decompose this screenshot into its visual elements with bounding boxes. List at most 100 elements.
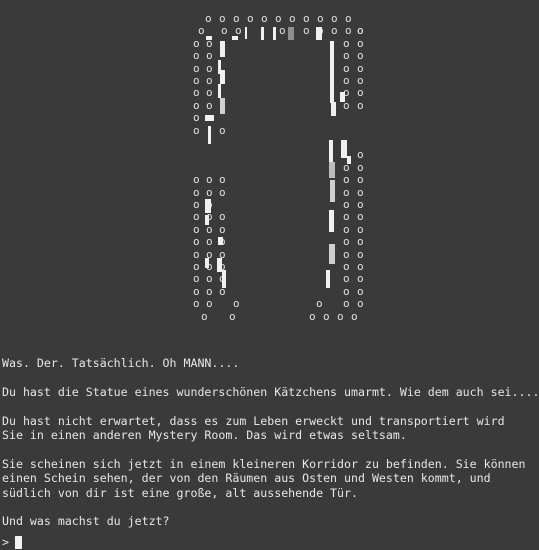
ascii-glyph: o bbox=[229, 309, 236, 323]
ascii-glyph: o bbox=[206, 297, 213, 311]
ascii-glyph: o bbox=[343, 235, 350, 249]
ascii-glyph: o bbox=[206, 86, 213, 100]
ascii-glyph: o bbox=[193, 74, 200, 87]
ascii-glyph: o bbox=[343, 61, 350, 75]
ascii-block bbox=[329, 162, 335, 178]
ascii-glyph: o bbox=[201, 309, 208, 323]
ascii-block bbox=[330, 180, 335, 202]
ascii-block bbox=[326, 270, 330, 288]
ascii-glyph: o bbox=[221, 24, 228, 38]
ascii-glyph: o bbox=[193, 36, 200, 50]
ascii-glyph: o bbox=[316, 297, 323, 311]
narrative-exclamation: Was. Der. Tatsächlich. Oh MANN.... bbox=[2, 356, 240, 370]
ascii-glyph: o bbox=[198, 24, 205, 38]
ascii-glyph: o bbox=[206, 74, 213, 87]
ascii-glyph: o bbox=[343, 210, 350, 224]
ascii-glyph: o bbox=[193, 123, 200, 137]
ascii-glyph: o bbox=[193, 272, 200, 286]
ascii-glyph: o bbox=[275, 12, 282, 25]
narrative-paragraph-2-line-2: Sie in einen anderen Mystery Room. Das w… bbox=[2, 427, 407, 442]
ascii-glyph: o bbox=[193, 260, 200, 273]
ascii-glyph: o bbox=[206, 61, 213, 75]
ascii-block bbox=[331, 102, 336, 116]
ascii-art-doorway: oooooooooooooooooooooooooooooooooooooooo… bbox=[0, 0, 539, 330]
ascii-glyph: o bbox=[357, 98, 364, 112]
narrative-paragraph-3-line-3: südlich von dir ist eine große, alt auss… bbox=[2, 485, 358, 500]
ascii-glyph: o bbox=[345, 12, 352, 25]
ascii-glyph: o bbox=[193, 235, 200, 249]
ascii-glyph: o bbox=[357, 148, 364, 162]
ascii-glyph: o bbox=[219, 123, 226, 137]
narrative-paragraph-2-line-1: Du hast nicht erwartet, dass es zum Lebe… bbox=[2, 413, 505, 428]
ascii-glyph: o bbox=[206, 185, 213, 199]
ascii-glyph: o bbox=[345, 24, 352, 38]
ascii-block bbox=[218, 237, 223, 245]
narrative-log: Was. Der. Tatsächlich. Oh MANN.... Du ha… bbox=[2, 356, 537, 529]
ascii-glyph: o bbox=[331, 12, 338, 25]
ascii-glyph: o bbox=[357, 272, 364, 286]
ascii-glyph: o bbox=[219, 173, 226, 187]
narrative-question: Und was machst du jetzt? bbox=[2, 514, 170, 529]
ascii-glyph: o bbox=[357, 247, 364, 261]
ascii-block bbox=[220, 98, 225, 114]
ascii-glyph: o bbox=[357, 260, 364, 273]
ascii-glyph: o bbox=[193, 297, 200, 311]
ascii-glyph: o bbox=[206, 222, 213, 236]
ascii-glyph: o bbox=[357, 24, 364, 38]
ascii-glyph: o bbox=[193, 173, 200, 187]
ascii-block bbox=[220, 41, 225, 57]
ascii-glyph: o bbox=[261, 12, 268, 25]
ascii-glyph: o bbox=[331, 24, 338, 38]
ascii-glyph: o bbox=[343, 284, 350, 298]
ascii-glyph: o bbox=[289, 12, 296, 25]
ascii-glyph: o bbox=[193, 198, 200, 211]
ascii-block bbox=[329, 210, 334, 232]
ascii-glyph: o bbox=[206, 173, 213, 187]
ascii-glyph: o bbox=[303, 24, 310, 38]
ascii-glyph: o bbox=[206, 272, 213, 286]
ascii-glyph: o bbox=[357, 49, 364, 63]
ascii-glyph: o bbox=[357, 86, 364, 100]
ascii-glyph: o bbox=[357, 74, 364, 87]
ascii-glyph: o bbox=[351, 309, 358, 323]
ascii-block bbox=[245, 27, 247, 39]
ascii-glyph: o bbox=[247, 12, 254, 25]
ascii-glyph: o bbox=[219, 185, 226, 199]
ascii-glyph: o bbox=[206, 49, 213, 63]
ascii-glyph: o bbox=[193, 61, 200, 75]
ascii-glyph: o bbox=[206, 235, 213, 249]
text-cursor[interactable] bbox=[14, 535, 22, 549]
ascii-glyph: o bbox=[343, 198, 350, 211]
ascii-glyph: o bbox=[233, 12, 240, 25]
narrative-paragraph-3-line-1: Sie scheinen sich jetzt in einem kleiner… bbox=[2, 456, 526, 471]
ascii-glyph: o bbox=[343, 173, 350, 187]
ascii-glyph: o bbox=[323, 309, 330, 323]
ascii-glyph: o bbox=[233, 297, 240, 311]
ascii-block bbox=[330, 41, 334, 103]
ascii-glyph: o bbox=[357, 160, 364, 174]
ascii-glyph: o bbox=[343, 222, 350, 236]
ascii-block bbox=[208, 126, 211, 144]
ascii-glyph: o bbox=[193, 86, 200, 100]
ascii-glyph: o bbox=[343, 185, 350, 199]
ascii-block bbox=[288, 27, 294, 40]
ascii-block bbox=[218, 84, 221, 98]
narrative-paragraph-1: Du hast die Statue eines wunderschönen K… bbox=[2, 384, 537, 399]
ascii-glyph: o bbox=[357, 210, 364, 224]
ascii-glyph: o bbox=[357, 36, 364, 50]
ascii-glyph: o bbox=[219, 210, 226, 224]
ascii-block bbox=[205, 215, 209, 225]
ascii-glyph: o bbox=[357, 173, 364, 187]
ascii-glyph: o bbox=[193, 111, 200, 125]
ascii-glyph: o bbox=[343, 247, 350, 261]
ascii-glyph: o bbox=[193, 185, 200, 199]
ascii-block bbox=[261, 27, 264, 40]
ascii-block bbox=[340, 92, 345, 102]
ascii-glyph: o bbox=[303, 12, 310, 25]
command-input-row[interactable]: > bbox=[2, 535, 22, 549]
ascii-glyph: o bbox=[206, 98, 213, 112]
ascii-glyph: o bbox=[357, 235, 364, 249]
ascii-glyph: o bbox=[206, 36, 213, 50]
ascii-glyph: o bbox=[343, 74, 350, 87]
ascii-glyph: o bbox=[343, 260, 350, 273]
